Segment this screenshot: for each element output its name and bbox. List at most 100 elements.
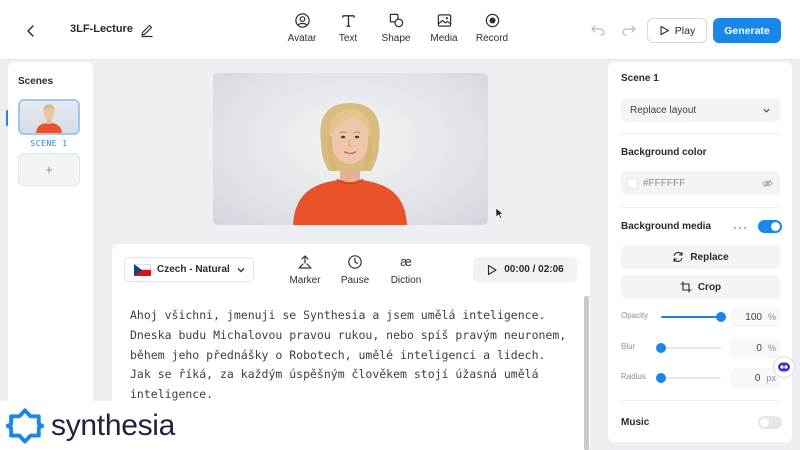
avatar-icon (294, 13, 310, 28)
play-label: Play (674, 24, 696, 37)
blur-slider[interactable] (656, 343, 721, 353)
properties-panel: Scene 1 Replace layout Background color … (608, 62, 792, 442)
tool-shape[interactable]: Shape (372, 12, 420, 44)
background-color-title: Background color (621, 147, 707, 158)
background-media-toggle[interactable] (758, 220, 782, 233)
divider (621, 400, 779, 401)
script-text[interactable]: Ahoj všichni, jmenuji se Synthesia a jse… (130, 306, 570, 405)
media-icon (437, 14, 451, 27)
radius-label: Radius (621, 372, 646, 381)
video-canvas[interactable] (213, 73, 488, 225)
play-icon (660, 25, 669, 36)
radius-slider-knob[interactable] (656, 373, 666, 383)
tool-record-label: Record (475, 33, 509, 44)
text-icon (341, 15, 355, 27)
color-swatch[interactable] (627, 177, 638, 189)
add-scene-button[interactable]: + (18, 153, 80, 186)
radius-value-field[interactable]: 0 px (731, 368, 780, 388)
script-tools: Marker Pause æ Diction (280, 254, 432, 286)
opacity-value: 100 (745, 311, 762, 323)
generate-button[interactable]: Generate (713, 18, 781, 43)
undo-icon[interactable] (590, 22, 606, 38)
background-color-value: #FFFFFF (643, 177, 686, 189)
play-button[interactable]: Play (647, 18, 707, 43)
layout-select[interactable]: Replace layout (621, 98, 780, 122)
clock-icon (348, 255, 362, 269)
tool-record[interactable]: Record (468, 12, 516, 44)
tool-avatar-label: Avatar (287, 33, 317, 44)
divider (621, 133, 779, 134)
layout-select-label: Replace layout (630, 104, 697, 116)
blur-value-field[interactable]: 0 % (731, 338, 780, 358)
avatar-thumbnail (36, 104, 62, 133)
blur-value: 0 (756, 342, 762, 354)
radius-slider-row: Radius 0 px (621, 368, 780, 388)
tool-media[interactable]: Media (420, 12, 468, 44)
scenes-title: Scenes (18, 76, 54, 87)
synthesia-logo-text: synthesia (51, 408, 176, 442)
pause-label: Pause (340, 275, 370, 286)
scene-label: SCENE 1 (30, 139, 68, 148)
tool-text-label: Text (338, 33, 358, 44)
crop-label: Crop (697, 281, 722, 293)
marker-icon (298, 255, 312, 269)
synthesia-logo: synthesia (0, 401, 196, 450)
blur-label: Blur (621, 342, 636, 351)
czech-flag-icon (134, 263, 151, 276)
tool-avatar[interactable]: Avatar (280, 12, 324, 44)
eye-off-icon[interactable] (762, 178, 773, 189)
play-icon (488, 264, 497, 275)
tool-media-label: Media (430, 33, 458, 44)
crop-button[interactable]: Crop (621, 275, 780, 299)
active-scene-indicator (6, 110, 8, 126)
music-toggle[interactable] (758, 416, 782, 429)
marker-button[interactable]: Marker (280, 254, 330, 286)
blur-unit: % (767, 343, 776, 353)
scene-properties-title: Scene 1 (621, 73, 659, 84)
top-toolbar: 3LF-Lecture Avatar Text Shape Media Reco… (0, 0, 800, 60)
divider (621, 207, 779, 208)
music-title: Music (621, 417, 650, 428)
radius-slider[interactable] (656, 373, 721, 383)
background-color-field[interactable]: #FFFFFF (621, 171, 780, 195)
language-select[interactable]: Czech - Natural (124, 257, 254, 282)
pencil-icon[interactable] (139, 22, 155, 38)
mouse-cursor-icon (495, 206, 505, 219)
pause-button[interactable]: Pause (330, 254, 380, 286)
tool-text[interactable]: Text (324, 12, 372, 44)
background-media-title: Background media (621, 221, 712, 232)
language-label: Czech - Natural (157, 264, 230, 275)
blur-slider-row: Blur 0 % (621, 338, 780, 358)
blur-slider-knob[interactable] (656, 343, 666, 353)
opacity-slider[interactable] (661, 312, 726, 322)
radius-value: 0 (754, 372, 761, 384)
script-scrollbar[interactable] (584, 296, 589, 450)
more-options-icon[interactable]: ··· (733, 220, 748, 234)
marker-label: Marker (289, 275, 321, 286)
chevron-down-icon (237, 267, 245, 272)
preview-player[interactable]: 00:00 / 02:06 (473, 257, 577, 282)
diction-button[interactable]: æ Diction (380, 254, 432, 286)
replace-media-button[interactable]: Replace (621, 245, 780, 269)
synthesia-logo-icon (6, 407, 44, 444)
diction-label: Diction (390, 275, 422, 286)
replace-label: Replace (690, 251, 729, 263)
opacity-label: Opacity (621, 311, 649, 320)
opacity-slider-row: Opacity 100 % (621, 307, 780, 327)
refresh-icon (673, 251, 683, 263)
opacity-unit: % (767, 312, 776, 322)
opacity-value-field[interactable]: 100 % (731, 307, 780, 327)
diction-icon: æ (400, 254, 412, 269)
avatar-figure (293, 103, 407, 225)
scene-thumbnail[interactable] (18, 99, 80, 135)
redo-icon[interactable] (621, 22, 637, 38)
time-readout: 00:00 / 02:06 (504, 264, 564, 275)
tool-shape-label: Shape (381, 33, 411, 44)
radius-unit: px (766, 373, 776, 383)
shape-icon (389, 13, 403, 28)
help-bot-icon[interactable] (774, 357, 794, 377)
opacity-slider-knob[interactable] (716, 312, 726, 322)
back-arrow-icon[interactable] (20, 20, 42, 42)
insert-tools: Avatar Text Shape Media Record (280, 12, 516, 44)
project-title[interactable]: 3LF-Lecture (70, 23, 133, 35)
